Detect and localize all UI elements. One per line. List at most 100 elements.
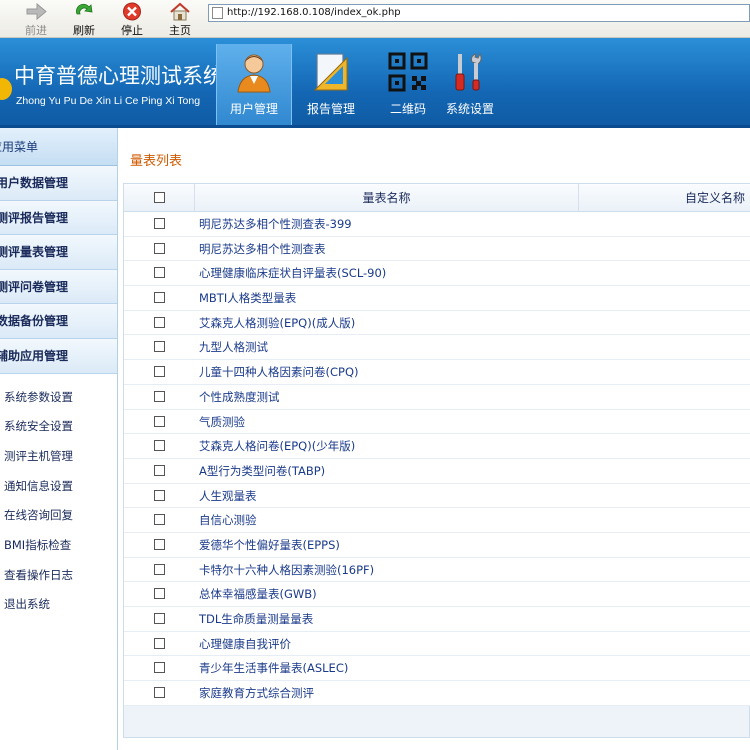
table-row[interactable]: 艾森克人格测验(EPQ)(成人版)	[124, 310, 750, 336]
row-checkbox[interactable]	[154, 687, 165, 699]
forward-button[interactable]: 前进	[14, 0, 58, 38]
table-row[interactable]: MBTI人格类型量表	[124, 286, 750, 311]
app-subtitle: Zhong Yu Pu De Xin Li Ce Ping Xi Tong	[16, 95, 201, 107]
row-checkbox[interactable]	[154, 637, 165, 649]
sidebar-group-scale[interactable]: 测评量表管理	[0, 235, 117, 270]
row-checkbox[interactable]	[154, 563, 165, 575]
sidebar-group-questionnaire[interactable]: 测评问卷管理	[0, 269, 117, 305]
row-scale-name[interactable]: 艾森克人格测验(EPQ)(成人版)	[199, 311, 355, 335]
row-scale-name[interactable]: 明尼苏达多相个性测查表	[199, 237, 326, 261]
select-all-checkbox[interactable]	[154, 192, 165, 203]
sidebar: 应用菜单 用户数据管理 测评报告管理 测评量表管理 测评问卷管理 数据备份管理 …	[0, 128, 118, 750]
row-scale-name[interactable]: MBTI人格类型量表	[199, 286, 296, 310]
sidebar-group-auxiliary[interactable]: 辅助应用管理	[0, 338, 117, 374]
table-body: 明尼苏达多相个性测查表-399 明尼苏达多相个性测查表 心理健康临床症状自评量表…	[124, 212, 750, 706]
row-scale-name[interactable]: 家庭教育方式综合测评	[199, 681, 314, 705]
row-checkbox[interactable]	[154, 440, 165, 452]
table-row[interactable]: 艾森克人格问卷(EPQ)(少年版)	[124, 434, 750, 459]
sidebar-group-user-data[interactable]: 用户数据管理	[0, 166, 117, 201]
sidebar-item-system-security[interactable]: 系统安全设置	[0, 412, 117, 442]
sidebar-item-system-params[interactable]: 系统参数设置	[0, 383, 117, 413]
table-row[interactable]: 个性成熟度测试	[124, 384, 750, 410]
home-label: 主页	[169, 24, 191, 37]
home-button[interactable]: 主页	[158, 0, 202, 38]
refresh-label: 刷新	[73, 24, 95, 37]
row-scale-name[interactable]: 自信心测验	[199, 508, 257, 532]
main-content: 量表列表 量表名称 自定义名称 明尼苏达多相个性测查表-399 明尼苏达多相个性…	[119, 128, 750, 750]
table-row[interactable]: 儿童十四种人格因素问卷(CPQ)	[124, 360, 750, 385]
table-row[interactable]: 人生观量表	[124, 483, 750, 509]
table-row[interactable]: 青少年生活事件量表(ASLEC)	[124, 656, 750, 682]
sidebar-item-host-management[interactable]: 测评主机管理	[0, 442, 117, 472]
column-header-name[interactable]: 量表名称	[195, 184, 579, 212]
table-row[interactable]: 自信心测验	[124, 508, 750, 533]
row-scale-name[interactable]: 人生观量表	[199, 484, 257, 508]
table-row[interactable]: 总体幸福感量表(GWB)	[124, 582, 750, 607]
address-bar[interactable]: http://192.168.0.108/index_ok.php	[208, 4, 750, 22]
tab-system-settings-label: 系统设置	[445, 102, 494, 116]
tab-user-management-label: 用户管理	[229, 102, 278, 116]
row-scale-name[interactable]: TDL生命质量测量量表	[199, 607, 313, 631]
stop-icon	[123, 2, 141, 21]
table-row[interactable]: A型行为类型问卷(TABP)	[124, 458, 750, 484]
row-scale-name[interactable]: 心理健康自我评价	[199, 632, 291, 656]
table-row[interactable]: 爱德华个性偏好量表(EPPS)	[124, 532, 750, 558]
row-scale-name[interactable]: 艾森克人格问卷(EPQ)(少年版)	[199, 434, 355, 458]
tab-report-management[interactable]: 报告管理	[293, 44, 369, 128]
stop-button[interactable]: 停止	[110, 0, 154, 38]
row-checkbox[interactable]	[154, 267, 165, 279]
sidebar-header: 应用菜单	[0, 128, 117, 166]
row-scale-name[interactable]: 青少年生活事件量表(ASLEC)	[199, 656, 348, 680]
row-checkbox[interactable]	[154, 588, 165, 600]
row-checkbox[interactable]	[154, 464, 165, 476]
row-checkbox[interactable]	[154, 242, 165, 254]
row-checkbox[interactable]	[154, 218, 165, 229]
tab-system-settings[interactable]: 系统设置	[432, 44, 508, 128]
row-scale-name[interactable]: 气质测验	[199, 410, 245, 434]
table-row[interactable]: 明尼苏达多相个性测查表	[124, 236, 750, 262]
scale-table: 量表名称 自定义名称 明尼苏达多相个性测查表-399 明尼苏达多相个性测查表 心…	[123, 183, 750, 738]
column-header-custom[interactable]: 自定义名称	[580, 184, 750, 212]
refresh-button[interactable]: 刷新	[62, 0, 106, 38]
row-scale-name[interactable]: 卡特尔十六种人格因素测验(16PF)	[199, 558, 374, 582]
row-scale-name[interactable]: 总体幸福感量表(GWB)	[199, 582, 317, 606]
row-checkbox[interactable]	[154, 292, 165, 304]
sidebar-item-online-consult[interactable]: 在线咨询回复	[0, 501, 117, 531]
row-checkbox[interactable]	[154, 316, 165, 328]
row-checkbox[interactable]	[154, 489, 165, 501]
row-checkbox[interactable]	[154, 613, 165, 624]
table-row[interactable]: 九型人格测试	[124, 335, 750, 361]
home-icon	[170, 2, 190, 21]
table-row[interactable]: TDL生命质量测量量表	[124, 607, 750, 632]
table-row[interactable]: 心理健康自我评价	[124, 631, 750, 657]
sidebar-item-bmi-check[interactable]: BMI指标检查	[0, 531, 117, 561]
table-row[interactable]: 卡特尔十六种人格因素测验(16PF)	[124, 557, 750, 583]
row-checkbox[interactable]	[154, 366, 165, 378]
sidebar-group-backup[interactable]: 数据备份管理	[0, 304, 117, 339]
sidebar-item-operation-log[interactable]: 查看操作日志	[0, 561, 117, 591]
row-scale-name[interactable]: A型行为类型问卷(TABP)	[199, 459, 325, 483]
row-checkbox[interactable]	[154, 662, 165, 674]
table-row[interactable]: 气质测验	[124, 409, 750, 435]
sidebar-header-label: 应用菜单	[0, 140, 39, 154]
tools-icon	[455, 52, 482, 91]
row-scale-name[interactable]: 儿童十四种人格因素问卷(CPQ)	[199, 360, 359, 384]
row-scale-name[interactable]: 个性成熟度测试	[199, 385, 280, 409]
row-checkbox[interactable]	[154, 538, 165, 550]
row-checkbox[interactable]	[154, 514, 165, 526]
sidebar-item-logout[interactable]: 退出系统	[0, 590, 117, 620]
table-row[interactable]: 家庭教育方式综合测评	[124, 681, 750, 706]
row-checkbox[interactable]	[154, 390, 165, 402]
table-row[interactable]: 心理健康临床症状自评量表(SCL-90)	[124, 261, 750, 287]
row-checkbox[interactable]	[154, 415, 165, 427]
sidebar-group-report[interactable]: 测评报告管理	[0, 200, 117, 236]
row-scale-name[interactable]: 心理健康临床症状自评量表(SCL-90)	[199, 261, 386, 285]
row-scale-name[interactable]: 明尼苏达多相个性测查表-399	[199, 212, 352, 236]
row-checkbox[interactable]	[154, 341, 165, 353]
row-scale-name[interactable]: 爱德华个性偏好量表(EPPS)	[199, 533, 340, 557]
sidebar-item-notification[interactable]: 通知信息设置	[0, 472, 117, 502]
row-scale-name[interactable]: 九型人格测试	[199, 335, 268, 359]
table-row[interactable]: 明尼苏达多相个性测查表-399	[124, 212, 750, 237]
tab-user-management[interactable]: 用户管理	[216, 44, 292, 128]
